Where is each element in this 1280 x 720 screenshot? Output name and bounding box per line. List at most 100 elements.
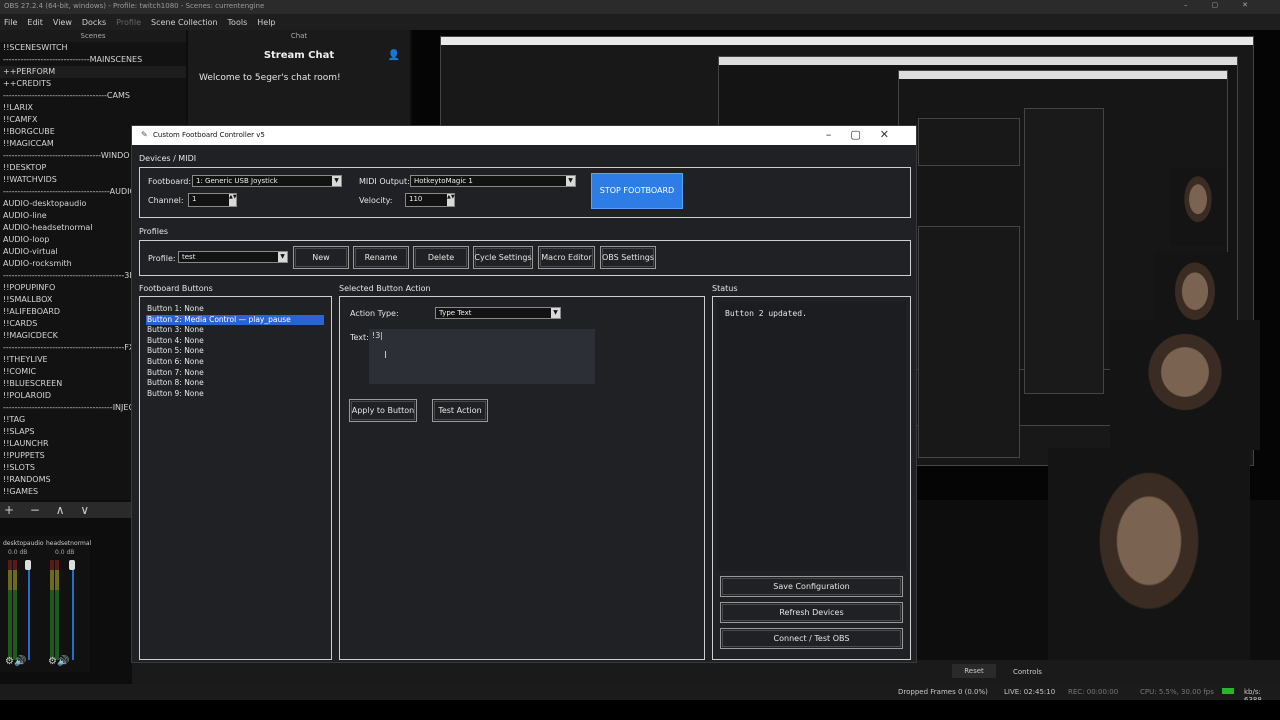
nested-panel [918,226,1020,458]
save-configuration-button[interactable]: Save Configuration [720,576,903,597]
action-type-select[interactable]: Type Text ▼ [435,307,561,319]
chat-welcome-message: Welcome to 5eger's chat room! [199,73,341,83]
macro-editor-button[interactable]: Macro Editor [538,246,595,269]
status-section-label: Status [712,284,738,293]
volume-meter [50,560,54,660]
fader-handle[interactable] [25,560,31,570]
footboard-label: Footboard: [148,177,192,186]
buttons-section-label: Footboard Buttons [139,284,213,293]
scene-item[interactable]: ++CREDITS [0,78,186,90]
rec-timer: REC: 00:00:00 [1068,688,1119,696]
cycle-settings-button[interactable]: Cycle Settings [473,246,533,269]
mixer-channel-name: headsetnormal [46,540,92,547]
delete-profile-button[interactable]: Delete [413,246,469,269]
mixer-channel-db: 0.0 dB [55,549,75,556]
volume-meter [13,560,17,660]
volume-fader[interactable] [28,560,30,660]
menu-scene-collection[interactable]: Scene Collection [151,18,218,27]
mixer-channel-name: desktopaudio [3,540,44,547]
obs-bottom-docks [132,660,1280,684]
obs-title-text: OBS 27.2.4 (64-bit, windows) - Profile: … [4,2,265,10]
menu-file[interactable]: File [4,18,17,27]
menu-docks[interactable]: Docks [82,18,106,27]
chevron-down-icon[interactable]: ▼ [551,308,560,318]
menu-profile[interactable]: Profile [116,18,141,27]
footboard-button-item[interactable]: Button 8: None [146,378,324,389]
footboard-button-item[interactable]: Button 6: None [146,357,324,368]
webcam-feed [1048,448,1250,680]
obs-status-bar: Dropped Frames 0 (0.0%) LIVE: 02:45:10 R… [0,684,1280,704]
footboard-button-item[interactable]: Button 9: None [146,389,324,400]
menu-help[interactable]: Help [257,18,275,27]
action-text-input[interactable]: !3| I [369,329,595,384]
menu-view[interactable]: View [53,18,72,27]
obs-window-controls[interactable]: –▢✕ [1184,1,1272,9]
scene-item[interactable]: ++PERFORM [0,66,186,78]
controls-dock-tab[interactable]: Controls [1013,668,1042,676]
apply-to-button-button[interactable]: Apply to Button [349,399,417,422]
devices-group: Footboard: 1: Generic USB Joystick ▼ Cha… [139,167,911,218]
mixer-settings-icons[interactable]: ⚙🔊 [48,656,69,667]
scene-item[interactable]: ------------------------------MAINSCENES [0,54,186,66]
scene-item[interactable]: ------------------------------------CAMS [0,90,186,102]
channel-label: Channel: [148,196,184,205]
footboard-window-title: Custom Footboard Controller v5 [153,131,265,139]
spin-arrows-icon[interactable]: ▲▼ [229,194,237,206]
obs-settings-button[interactable]: OBS Settings [600,246,656,269]
midi-output-select[interactable]: HotkeytoMagic 1 ▼ [410,175,576,187]
velocity-spinbox[interactable]: 110 ▲▼ [405,193,455,207]
window-controls[interactable]: –▢✕ [826,128,908,141]
scene-toolbar[interactable]: + − ∧ ∨ [0,502,132,518]
rename-profile-button[interactable]: Rename [353,246,409,269]
nested-panel [1024,108,1104,394]
fader-handle[interactable] [69,560,75,570]
buttons-group: Button 1: None Button 2: Media Control — … [139,296,332,660]
footboard-select-value: 1: Generic USB Joystick [196,177,278,185]
scene-item[interactable]: !!SCENESWITCH [0,42,186,54]
nested-panel [918,118,1020,166]
footboard-select[interactable]: 1: Generic USB Joystick ▼ [192,175,342,187]
new-profile-button[interactable]: New [293,246,349,269]
i-beam-cursor-icon: I [384,350,387,361]
profile-label: Profile: [148,254,176,263]
midi-output-label: MIDI Output: [359,177,410,186]
channel-spinbox[interactable]: 1 ▲▼ [188,193,237,207]
footboard-buttons-list[interactable]: Button 1: None Button 2: Media Control — … [146,304,324,424]
status-log: Button 2 updated. [717,301,906,571]
mixer-settings-icons[interactable]: ⚙🔊 [5,656,26,667]
mixer-channel-db: 0.0 dB [8,549,28,556]
volume-fader[interactable] [72,560,74,660]
velocity-value: 110 [409,195,423,203]
channel-value: 1 [192,195,197,203]
footboard-button-item[interactable]: Button 4: None [146,336,324,347]
midi-output-value: HotkeytoMagic 1 [414,177,473,185]
chevron-down-icon[interactable]: ▼ [278,252,287,262]
footboard-button-item[interactable]: Button 3: None [146,325,324,336]
spin-arrows-icon[interactable]: ▲▼ [447,194,455,206]
chevron-down-icon[interactable]: ▼ [332,176,341,186]
action-type-label: Action Type: [350,309,399,318]
menu-edit[interactable]: Edit [27,18,43,27]
chat-dock-header: Chat [188,30,410,42]
footboard-button-item[interactable]: Button 1: None [146,304,324,315]
webcam-feed [1170,168,1226,246]
refresh-devices-button[interactable]: Refresh Devices [720,602,903,623]
connect-test-obs-button[interactable]: Connect / Test OBS [720,628,903,649]
status-message: Button 2 updated. [725,309,807,318]
test-action-button[interactable]: Test Action [432,399,488,422]
footboard-button-item[interactable]: Button 5: None [146,346,324,357]
profile-select[interactable]: test ▼ [178,251,288,263]
footboard-button-item[interactable]: Button 2: Media Control — play_pause [146,314,324,326]
scene-item[interactable]: !!LARIX [0,102,186,114]
chevron-down-icon[interactable]: ▼ [566,176,575,186]
devices-section-label: Devices / MIDI [139,154,197,163]
letterbox [0,700,1280,720]
menu-tools[interactable]: Tools [228,18,248,27]
stop-footboard-button[interactable]: STOP FOOTBOARD [591,173,683,209]
reset-button[interactable]: Reset [952,664,996,678]
obs-window-title: OBS 27.2.4 (64-bit, windows) - Profile: … [0,0,1280,14]
chat-panel: Stream Chat 👤 Welcome to 5eger's chat ro… [188,42,410,126]
feather-icon: ✎ [141,130,148,139]
footboard-button-item[interactable]: Button 7: None [146,368,324,379]
chat-users-icon[interactable]: 👤 [388,50,400,61]
